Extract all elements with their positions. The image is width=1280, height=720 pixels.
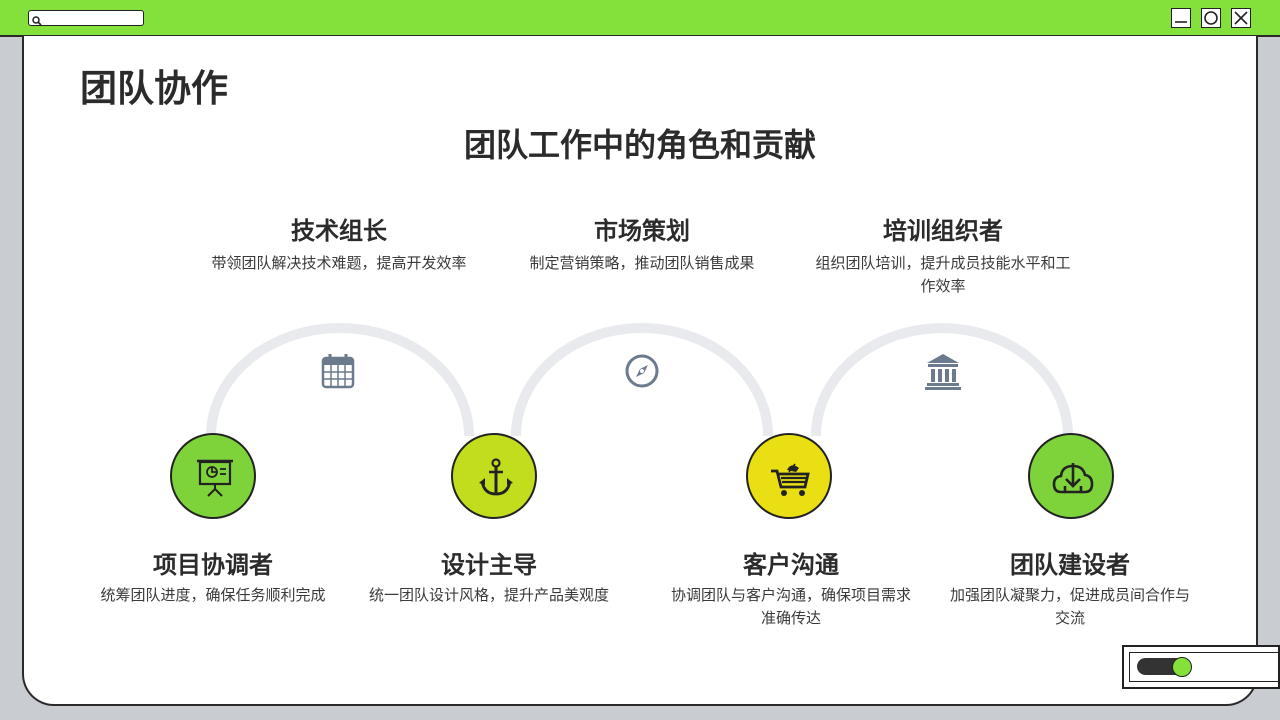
role-title-design-lead: 设计主导 <box>441 551 537 579</box>
role-title-marketing: 市场策划 <box>594 217 690 245</box>
role-desc-marketing: 制定营销策略，推动团队销售成果 <box>529 254 755 272</box>
toggle-widget <box>1122 645 1280 689</box>
node-design-lead <box>451 433 537 519</box>
role-desc-design-lead: 统一团队设计风格，提升产品美观度 <box>368 586 609 604</box>
node-client-communication <box>746 433 832 519</box>
role-desc-trainer: 组织团队培训，提升成员技能水平和工 作效率 <box>815 254 1071 295</box>
cloud-download-icon <box>1052 463 1094 494</box>
role-title-trainer: 培训组织者 <box>883 217 1003 245</box>
role-desc-client-communication: 协调团队与客户沟通，确保项目需求 准确传达 <box>670 586 911 627</box>
role-title-client-communication: 客户沟通 <box>743 551 839 579</box>
role-title-project-coordinator: 项目协调者 <box>153 551 273 579</box>
shopping-cart-icon <box>771 463 810 496</box>
role-desc-tech-lead: 带领团队解决技术难题，提高开发效率 <box>211 254 467 272</box>
bank-icon <box>925 352 961 394</box>
presentation-board-icon <box>197 459 233 497</box>
node-team-builder <box>1028 433 1114 519</box>
compass-icon <box>624 353 660 393</box>
role-title-tech-lead: 技术组长 <box>291 217 387 245</box>
role-desc-team-builder: 加强团队凝聚力，促进成员间合作与 交流 <box>949 586 1190 627</box>
node-project-coordinator <box>170 433 256 519</box>
role-title-team-builder: 团队建设者 <box>1010 551 1130 579</box>
calendar-icon <box>321 353 355 393</box>
role-desc-project-coordinator: 统筹团队进度，确保任务顺利完成 <box>100 586 326 604</box>
toggle-knob[interactable] <box>1172 657 1192 677</box>
anchor-icon <box>479 458 513 496</box>
